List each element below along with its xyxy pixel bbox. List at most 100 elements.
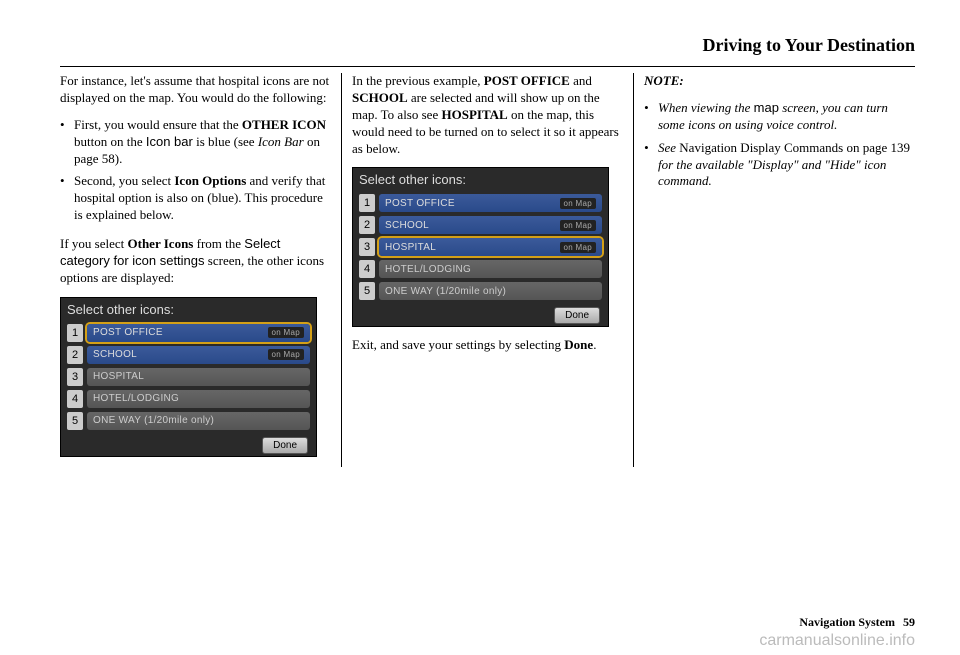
row-label: HOTEL/LODGING	[87, 390, 310, 408]
row-num: 3	[359, 238, 375, 256]
text: When viewing the	[658, 100, 754, 115]
screen2-row-4[interactable]: 4 HOTEL/LODGING	[359, 259, 602, 279]
page-header: Driving to Your Destination	[60, 35, 915, 56]
onmap-badge: on Map	[268, 327, 304, 338]
screen2-row-1[interactable]: 1 POST OFFICE on Map	[359, 193, 602, 213]
row-text: POST OFFICE	[93, 327, 163, 338]
row-text: ONE WAY (1/20mile only)	[93, 415, 214, 426]
text-sans: map	[754, 100, 779, 115]
onmap-badge: on Map	[560, 220, 596, 231]
text: .	[593, 337, 596, 352]
text: Exit, and save your settings by selectin…	[352, 337, 564, 352]
screenshot-1: Select other icons: 1 POST OFFICE on Map…	[60, 297, 317, 457]
row-label: SCHOOL on Map	[379, 216, 602, 234]
text-bold: OTHER ICON	[242, 117, 326, 132]
done-button[interactable]: Done	[554, 307, 600, 324]
text-bold: Other Icons	[128, 236, 194, 251]
row-text: HOSPITAL	[385, 242, 436, 253]
col1-p2: If you select Other Icons from the Selec…	[60, 236, 331, 287]
text-sans: Icon bar	[146, 134, 193, 149]
row-label: ONE WAY (1/20mile only)	[87, 412, 310, 430]
col1-li1: First, you would ensure that the OTHER I…	[60, 117, 331, 168]
row-text: SCHOOL	[385, 220, 429, 231]
row-label: HOSPITAL on Map	[379, 238, 602, 256]
text: and	[570, 73, 592, 88]
text-bold: SCHOOL	[352, 90, 408, 105]
text-bold: Icon Options	[174, 173, 246, 188]
done-row: Done	[61, 433, 316, 454]
onmap-badge: on Map	[560, 242, 596, 253]
row-label: POST OFFICE on Map	[87, 324, 310, 342]
row-num: 4	[359, 260, 375, 278]
row-num: 3	[67, 368, 83, 386]
col3-list: When viewing the map screen, you can tur…	[644, 100, 915, 190]
content-columns: For instance, let's assume that hospital…	[60, 73, 915, 467]
row-num: 4	[67, 390, 83, 408]
row-num: 5	[359, 282, 375, 300]
text-italic: Icon Bar	[258, 134, 304, 149]
row-num: 1	[67, 324, 83, 342]
page-number: 59	[903, 615, 915, 629]
col1-li2: Second, you select Icon Options and veri…	[60, 173, 331, 224]
row-num: 5	[67, 412, 83, 430]
row-label: SCHOOL on Map	[87, 346, 310, 364]
row-num: 2	[67, 346, 83, 364]
row-num: 1	[359, 194, 375, 212]
text: First, you would ensure that the	[74, 117, 242, 132]
watermark: carmanualsonline.info	[759, 632, 915, 650]
text: is blue (see	[193, 134, 258, 149]
screen1-row-5[interactable]: 5 ONE WAY (1/20mile only)	[67, 411, 310, 431]
col2-p2: Exit, and save your settings by selectin…	[352, 337, 623, 354]
screenshot-2-title: Select other icons:	[353, 168, 608, 191]
header-rule	[60, 66, 915, 67]
screen1-row-2[interactable]: 2 SCHOOL on Map	[67, 345, 310, 365]
onmap-badge: on Map	[268, 349, 304, 360]
row-text: HOTEL/LODGING	[385, 264, 471, 275]
screen1-row-1[interactable]: 1 POST OFFICE on Map	[67, 323, 310, 343]
screenshot-2-list: 1 POST OFFICE on Map 2 SCHOOL on Map	[353, 191, 608, 301]
column-3: NOTE: When viewing the map screen, you c…	[634, 73, 915, 467]
row-text: HOTEL/LODGING	[93, 393, 179, 404]
col1-intro: For instance, let's assume that hospital…	[60, 73, 331, 107]
row-text: SCHOOL	[93, 349, 137, 360]
text-bold: HOSPITAL	[441, 107, 507, 122]
column-1: For instance, let's assume that hospital…	[60, 73, 342, 467]
screenshot-1-title: Select other icons:	[61, 298, 316, 321]
note-heading: NOTE:	[644, 73, 915, 90]
text: from the	[193, 236, 244, 251]
row-label: ONE WAY (1/20mile only)	[379, 282, 602, 300]
screenshot-2: Select other icons: 1 POST OFFICE on Map…	[352, 167, 609, 327]
done-row: Done	[353, 303, 608, 324]
screen1-row-4[interactable]: 4 HOTEL/LODGING	[67, 389, 310, 409]
row-label: HOTEL/LODGING	[379, 260, 602, 278]
page-footer: Navigation System 59	[799, 615, 915, 630]
screen1-row-3[interactable]: 3 HOSPITAL	[67, 367, 310, 387]
text: Second, you select	[74, 173, 174, 188]
footer-label: Navigation System	[799, 615, 895, 629]
text: In the previous example,	[352, 73, 484, 88]
row-text: HOSPITAL	[93, 371, 144, 382]
text: See	[658, 140, 679, 155]
col3-li2: See Navigation Display Commands on page …	[644, 140, 915, 191]
row-text: ONE WAY (1/20mile only)	[385, 286, 506, 297]
text-bold: Done	[564, 337, 593, 352]
col3-li1: When viewing the map screen, you can tur…	[644, 100, 915, 134]
col2-p1: In the previous example, POST OFFICE and…	[352, 73, 623, 157]
column-2: In the previous example, POST OFFICE and…	[342, 73, 634, 467]
screen2-row-5[interactable]: 5 ONE WAY (1/20mile only)	[359, 281, 602, 301]
row-label: POST OFFICE on Map	[379, 194, 602, 212]
text: button on the	[74, 134, 146, 149]
row-label: HOSPITAL	[87, 368, 310, 386]
row-text: POST OFFICE	[385, 198, 455, 209]
text: for the available "Display" and "Hide" i…	[658, 157, 886, 189]
screen2-row-3[interactable]: 3 HOSPITAL on Map	[359, 237, 602, 257]
text: If you select	[60, 236, 128, 251]
row-num: 2	[359, 216, 375, 234]
done-button[interactable]: Done	[262, 437, 308, 454]
screen2-row-2[interactable]: 2 SCHOOL on Map	[359, 215, 602, 235]
text-normal: Navigation Display Commands on page 139	[679, 140, 910, 155]
onmap-badge: on Map	[560, 198, 596, 209]
screenshot-1-list: 1 POST OFFICE on Map 2 SCHOOL on Map	[61, 321, 316, 431]
col1-list: First, you would ensure that the OTHER I…	[60, 117, 331, 224]
text-bold: POST OFFICE	[484, 73, 570, 88]
